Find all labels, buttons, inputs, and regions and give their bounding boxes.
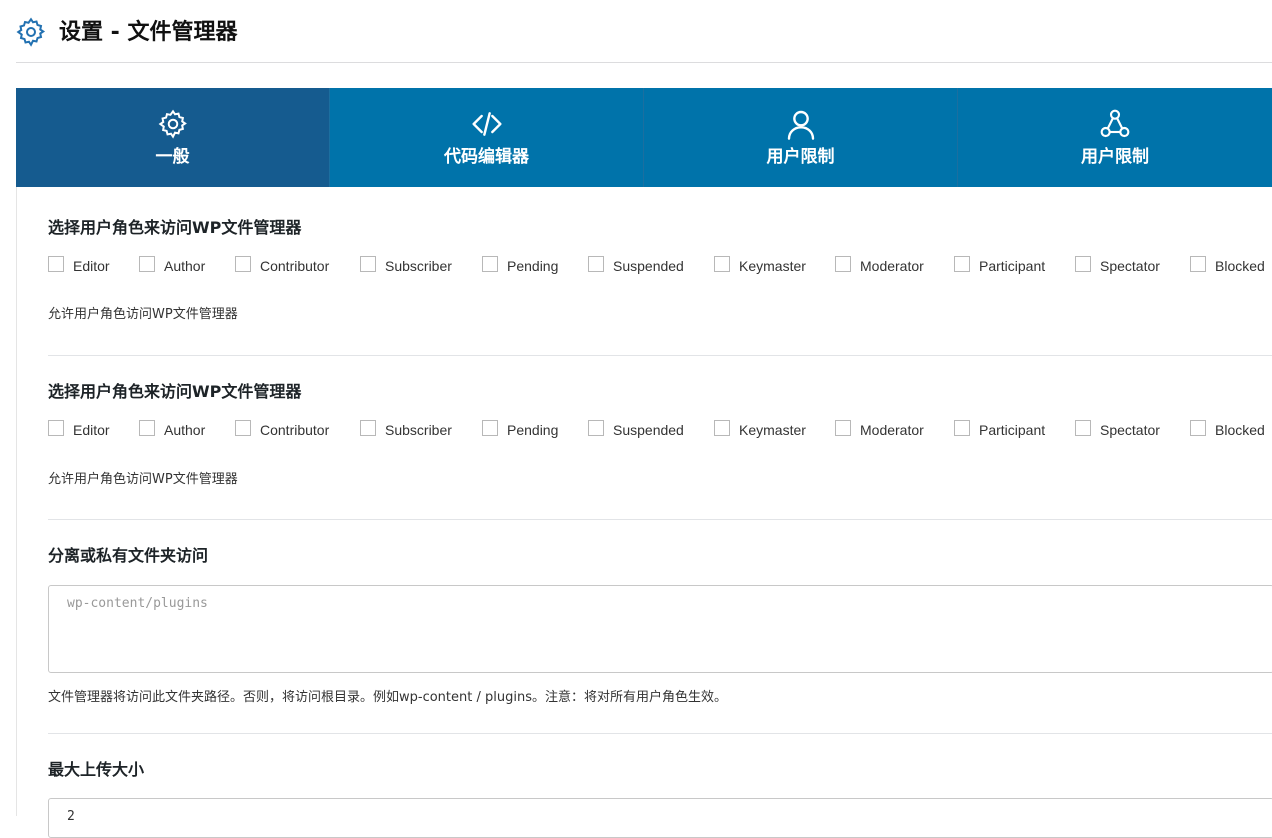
folder-access-title: 分离或私有文件夹访问 (48, 546, 209, 565)
divider (48, 519, 1272, 520)
tab-label: 用户限制 (1081, 147, 1150, 167)
section-description: 允许用户角色访问WP文件管理器 (48, 472, 238, 487)
max-upload-value: 2 (67, 809, 75, 824)
user-icon (787, 110, 814, 140)
settings-tabs: 一般 代码编辑器 用户限制 用户限制 (16, 88, 1272, 187)
role-access-section: 选择用户角色来访问WP文件管理器 Editor Author Contribut… (48, 218, 1265, 322)
checkbox[interactable] (482, 420, 498, 436)
checkbox[interactable] (954, 420, 970, 436)
checkbox[interactable] (139, 420, 155, 436)
nodes-icon (1100, 109, 1130, 138)
textarea-placeholder: wp-content/plugins (67, 596, 208, 611)
settings-content: 选择用户角色来访问WP文件管理器 Editor Author Contribut… (16, 187, 1272, 838)
section-title: 选择用户角色来访问WP文件管理器 (48, 382, 302, 401)
tab-label: 代码编辑器 (444, 147, 530, 167)
page-header: 设置 - 文件管理器 (16, 16, 1272, 63)
code-icon (471, 112, 502, 136)
tab-user-restrictions[interactable]: 用户限制 (644, 88, 959, 187)
checkbox[interactable] (1190, 256, 1206, 272)
checkbox[interactable] (588, 420, 604, 436)
section-description: 允许用户角色访问WP文件管理器 (48, 307, 238, 322)
folder-access-description: 文件管理器将访问此文件夹路径。否则，将访问根目录。例如wp-content / … (48, 690, 727, 705)
tab-user-restrictions-2[interactable]: 用户限制 (958, 88, 1272, 187)
checkbox[interactable] (48, 256, 64, 272)
checkbox[interactable] (482, 256, 498, 272)
checkbox[interactable] (360, 420, 376, 436)
checkbox[interactable] (714, 420, 730, 436)
max-upload-input[interactable]: 2 (48, 798, 1272, 838)
checkbox[interactable] (1190, 420, 1206, 436)
checkbox[interactable] (835, 420, 851, 436)
checkbox[interactable] (714, 256, 730, 272)
tab-label: 用户限制 (766, 147, 835, 167)
checkbox[interactable] (835, 256, 851, 272)
page-title: 设置 - 文件管理器 (59, 20, 238, 45)
folder-path-textarea[interactable]: wp-content/plugins (48, 585, 1272, 673)
checkbox[interactable] (139, 256, 155, 272)
divider (48, 733, 1272, 734)
tab-code-editor[interactable]: 代码编辑器 (330, 88, 645, 187)
role-access-section: 选择用户角色来访问WP文件管理器 Editor Author Contribut… (48, 382, 1265, 487)
checkbox[interactable] (235, 420, 251, 436)
checkbox[interactable] (1075, 256, 1091, 272)
checkbox[interactable] (235, 256, 251, 272)
tab-label: 一般 (155, 147, 190, 167)
checkbox[interactable] (48, 420, 64, 436)
tab-general[interactable]: 一般 (16, 88, 331, 187)
checkbox[interactable] (954, 256, 970, 272)
gear-icon (158, 109, 187, 139)
gear-icon (16, 17, 46, 47)
checkbox[interactable] (1075, 420, 1091, 436)
checkbox[interactable] (588, 256, 604, 272)
max-upload-title: 最大上传大小 (48, 760, 145, 779)
checkbox[interactable] (360, 256, 376, 272)
section-title: 选择用户角色来访问WP文件管理器 (48, 218, 302, 237)
